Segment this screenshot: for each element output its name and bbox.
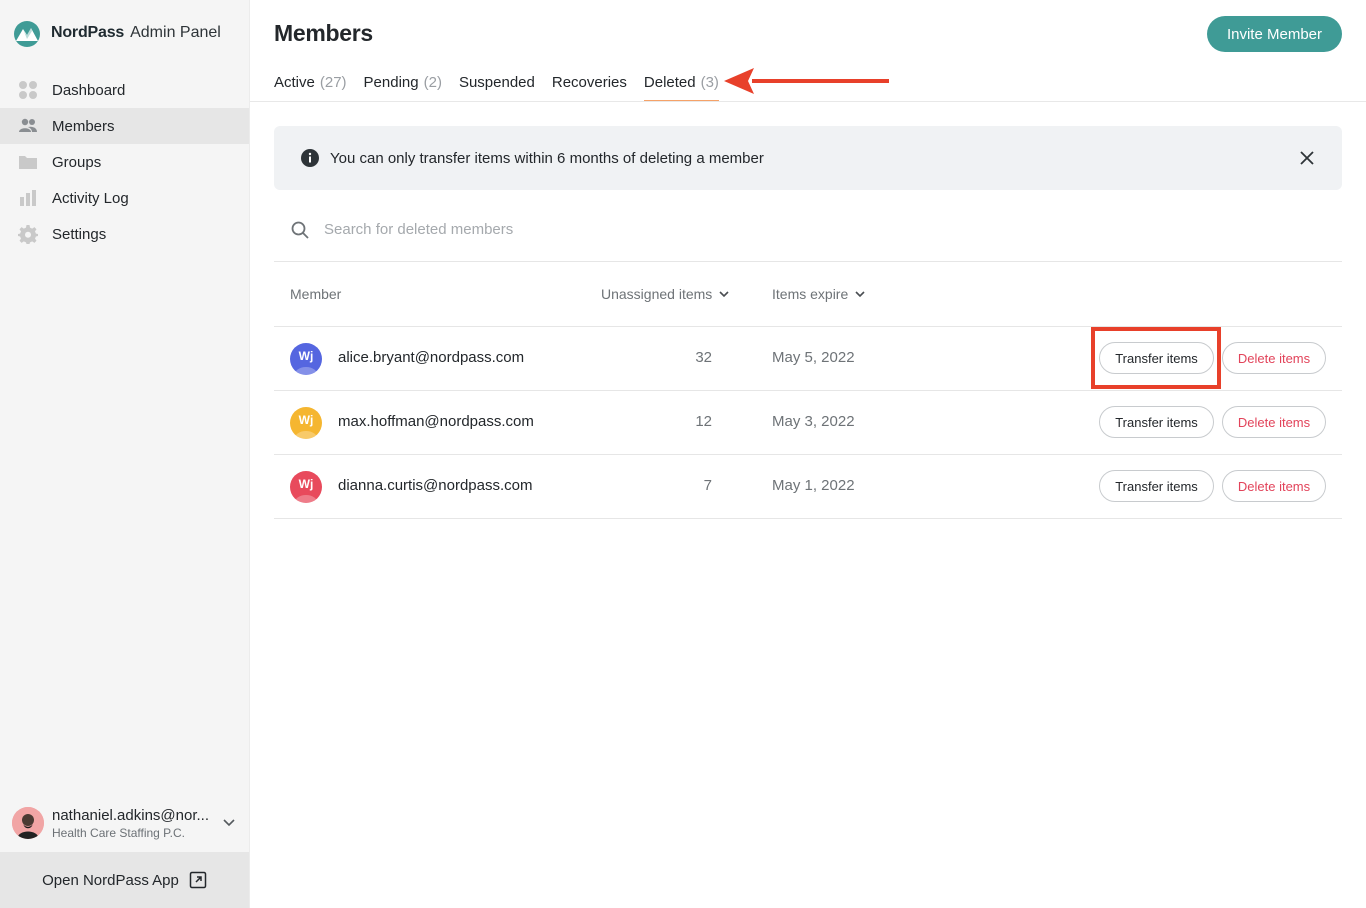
tab-count: (2) — [423, 74, 442, 91]
avatar-initials: Wj — [298, 349, 314, 363]
external-link-icon — [189, 871, 207, 889]
column-label: Member — [290, 286, 342, 302]
chevron-down-icon — [719, 291, 729, 298]
account-organization: Health Care Staffing P.C. — [52, 825, 185, 840]
table-row: Wj dianna.curtis@nordpass.com 7 May 1, 2… — [274, 455, 1342, 519]
search-icon — [291, 221, 309, 239]
sidebar-item-label: Activity Log — [52, 189, 129, 207]
member-email: alice.bryant@nordpass.com — [338, 349, 525, 366]
close-icon[interactable] — [1298, 149, 1316, 167]
account-email: nathaniel.adkins@nor... — [52, 806, 209, 824]
column-header-unassigned-items[interactable]: Unassigned items — [601, 286, 730, 302]
transfer-items-button[interactable]: Transfer items — [1099, 342, 1214, 374]
tab-deleted[interactable]: Deleted (3) — [643, 70, 719, 102]
tab-count: (27) — [319, 74, 347, 91]
chevron-down-icon[interactable] — [221, 814, 237, 830]
info-icon — [301, 149, 319, 167]
dashboard-icon — [18, 80, 38, 100]
transfer-items-button[interactable]: Transfer items — [1099, 470, 1214, 502]
nordpass-logo-icon — [14, 21, 40, 47]
members-icon — [18, 116, 38, 136]
sidebar-item-label: Dashboard — [52, 81, 126, 99]
tab-label: Active — [274, 74, 315, 91]
sidebar-item-groups[interactable]: Groups — [0, 144, 249, 180]
expire-date: May 5, 2022 — [772, 349, 855, 366]
banner-text: You can only transfer items within 6 mon… — [330, 149, 764, 167]
account-switcher[interactable]: nathaniel.adkins@nor... Health Care Staf… — [0, 796, 249, 850]
expire-date: May 1, 2022 — [772, 477, 855, 494]
sidebar-item-dashboard[interactable]: Dashboard — [0, 72, 249, 108]
tab-label: Recoveries — [551, 74, 627, 91]
avatar: Wj — [290, 343, 322, 375]
avatar: Wj — [290, 407, 322, 439]
gear-icon — [18, 224, 38, 244]
brand[interactable]: NordPass Admin Panel — [12, 18, 221, 48]
invite-member-button[interactable]: Invite Member — [1207, 16, 1342, 52]
member-email: dianna.curtis@nordpass.com — [338, 477, 533, 494]
brand-name: NordPass — [51, 24, 125, 41]
unassigned-count: 7 — [703, 477, 712, 494]
tab-suspended[interactable]: Suspended — [459, 70, 535, 102]
avatar-initials: Wj — [298, 477, 314, 491]
tab-active[interactable]: Active (27) — [274, 70, 347, 102]
annotation-arrow-icon — [724, 68, 889, 94]
tab-label: Deleted — [643, 74, 696, 91]
tab-label: Pending — [363, 74, 419, 91]
unassigned-count: 12 — [695, 413, 712, 430]
sidebar-item-activity-log[interactable]: Activity Log — [0, 180, 249, 216]
open-app-label: Open NordPass App — [42, 871, 179, 889]
transfer-items-button[interactable]: Transfer items — [1099, 406, 1214, 438]
column-label: Items expire — [772, 286, 849, 302]
info-banner: You can only transfer items within 6 mon… — [274, 126, 1342, 190]
avatar — [12, 807, 44, 839]
sidebar-nav: Dashboard Members Groups Activity Log Se… — [0, 72, 249, 252]
tab-recoveries[interactable]: Recoveries — [552, 70, 627, 102]
sidebar-item-label: Members — [52, 117, 115, 135]
delete-items-button[interactable]: Delete items — [1222, 342, 1326, 374]
column-label: Unassigned items — [601, 286, 713, 302]
member-tabs: Active (27) Pending (2) Suspended Recoveri… — [274, 70, 736, 102]
page-title: Members — [274, 20, 373, 46]
delete-items-button[interactable]: Delete items — [1222, 470, 1326, 502]
tab-count: (3) — [700, 74, 719, 91]
chevron-down-icon — [855, 291, 865, 298]
tabs-divider — [250, 101, 1366, 102]
sidebar-item-settings[interactable]: Settings — [0, 216, 249, 252]
search-bar — [274, 198, 1342, 262]
avatar-initials: Wj — [298, 413, 314, 427]
sidebar: NordPass Admin Panel Dashboard Members G… — [0, 0, 250, 908]
open-nordpass-app-button[interactable]: Open NordPass App — [0, 852, 249, 908]
sidebar-item-members[interactable]: Members — [0, 108, 249, 144]
tab-pending[interactable]: Pending (2) — [364, 70, 442, 102]
table-header: Member Unassigned items Items expire — [274, 262, 1342, 327]
table-row: Wj max.hoffman@nordpass.com 12 May 3, 20… — [274, 391, 1342, 455]
column-header-items-expire[interactable]: Items expire — [772, 286, 866, 302]
unassigned-count: 32 — [695, 349, 712, 366]
avatar: Wj — [290, 471, 322, 503]
search-input[interactable] — [324, 221, 924, 238]
expire-date: May 3, 2022 — [772, 413, 855, 430]
member-email: max.hoffman@nordpass.com — [338, 413, 534, 430]
folder-icon — [18, 152, 38, 172]
table-row: Wj alice.bryant@nordpass.com 32 May 5, 2… — [274, 327, 1342, 391]
sidebar-item-label: Settings — [52, 225, 107, 243]
delete-items-button[interactable]: Delete items — [1222, 406, 1326, 438]
bar-chart-icon — [18, 188, 38, 208]
sidebar-item-label: Groups — [52, 153, 102, 171]
brand-subtitle: Admin Panel — [130, 24, 221, 41]
column-header-member: Member — [290, 286, 341, 302]
account-info: nathaniel.adkins@nor... Health Care Staf… — [52, 807, 210, 840]
tab-label: Suspended — [458, 74, 535, 91]
